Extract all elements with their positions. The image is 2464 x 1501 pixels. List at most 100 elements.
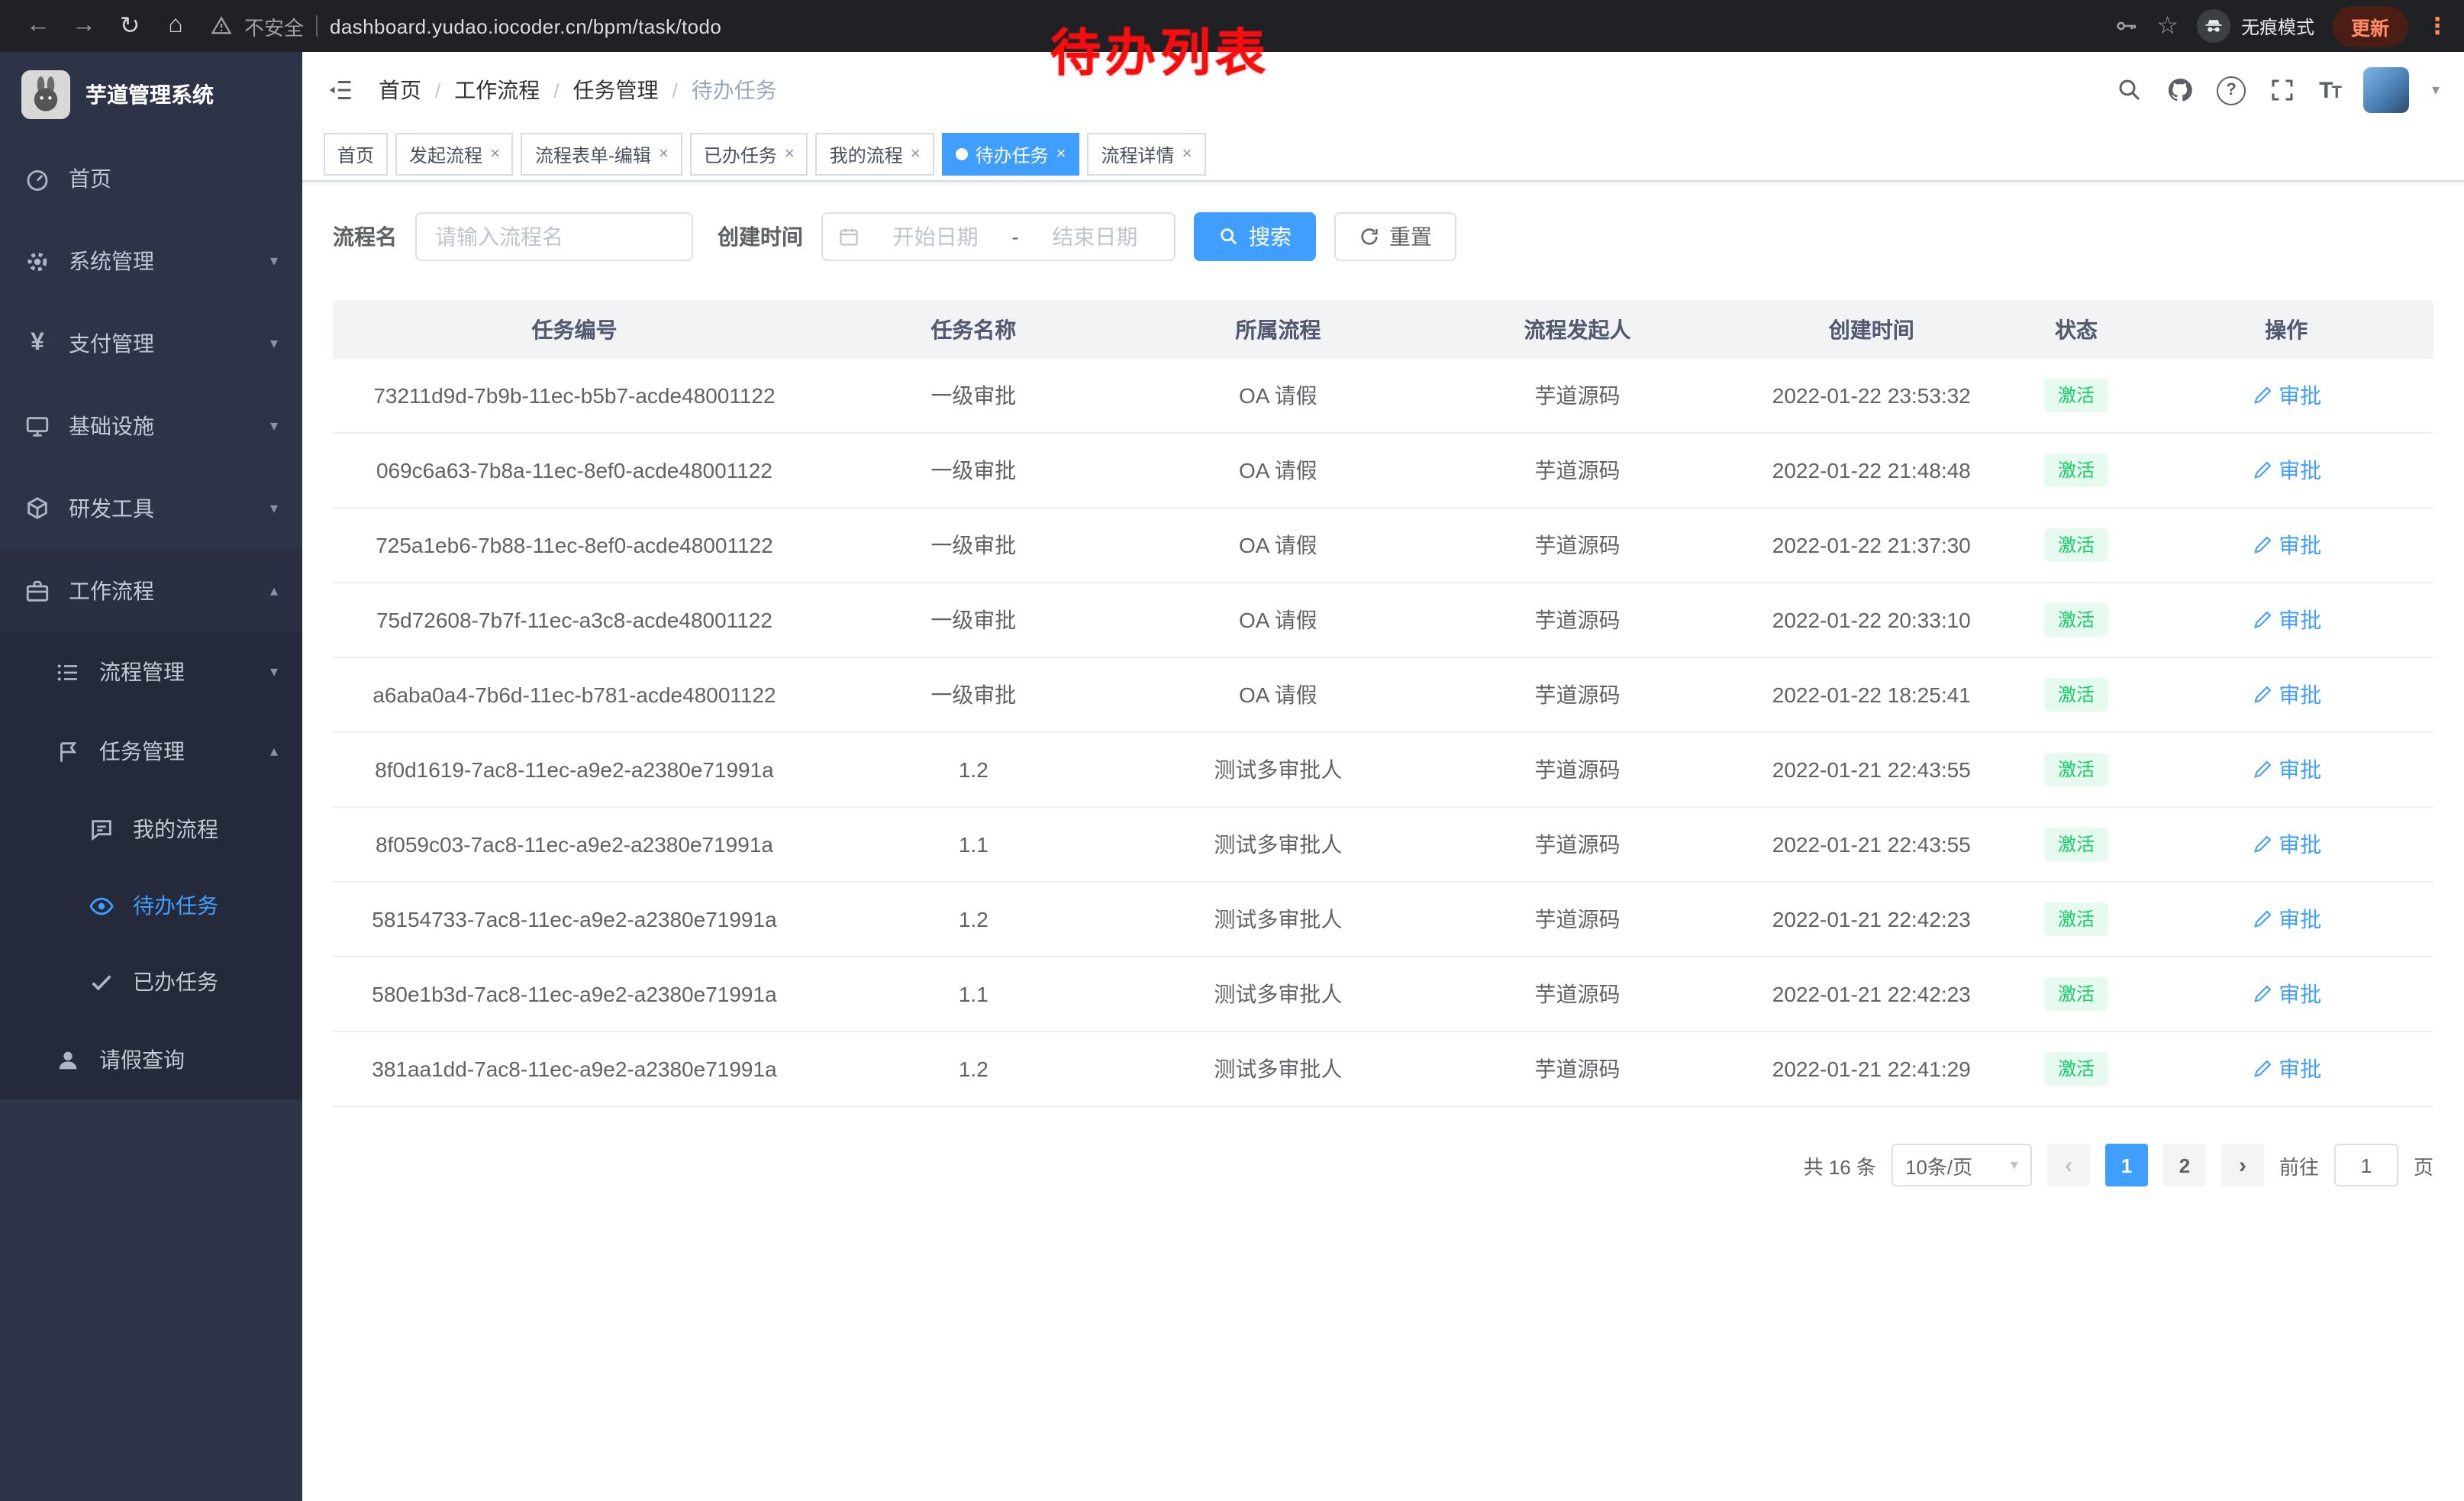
cell-created: 2022-01-22 21:48:48	[1730, 434, 2014, 507]
person-icon	[55, 1047, 81, 1073]
table-row: 8f059c03-7ac8-11ec-a9e2-a2380e71991a1.1测…	[333, 808, 2433, 883]
sidebar-fold-icon[interactable]	[327, 76, 354, 104]
sidebar-item-home[interactable]: 首页	[0, 137, 302, 220]
cell-process: 测试多审批人	[1131, 1032, 1425, 1106]
font-size-icon[interactable]: TT	[2319, 77, 2340, 103]
approve-link[interactable]: 审批	[2251, 679, 2321, 710]
process-name-input[interactable]	[415, 212, 693, 261]
approve-link[interactable]: 审批	[2251, 904, 2321, 934]
approve-link[interactable]: 审批	[2251, 829, 2321, 860]
cell-task-id: 73211d9d-7b9b-11ec-b5b7-acde48001122	[333, 359, 816, 432]
pagination-page-2[interactable]: 2	[2163, 1144, 2206, 1186]
cell-created: 2022-01-21 22:43:55	[1730, 808, 2014, 881]
reset-button[interactable]: 重置	[1334, 212, 1456, 261]
app-logo: 芋道管理系统	[0, 52, 302, 137]
tab-待办任务[interactable]: 待办任务×	[942, 133, 1080, 176]
sidebar-item-leave-query[interactable]: 请假查询	[0, 1020, 302, 1099]
tab-流程表单-编辑[interactable]: 流程表单-编辑×	[521, 133, 682, 176]
tab-close-icon[interactable]: ×	[1182, 145, 1192, 163]
cell-created: 2022-01-21 22:42:23	[1730, 957, 2014, 1031]
help-icon[interactable]: ?	[2217, 76, 2246, 105]
approve-link[interactable]: 审批	[2251, 530, 2321, 560]
forward-icon[interactable]: →	[61, 5, 107, 47]
tab-close-icon[interactable]: ×	[490, 145, 500, 163]
sidebar-item-workflow[interactable]: 工作流程 ▴	[0, 550, 302, 632]
cell-created: 2022-01-21 22:41:29	[1730, 1032, 2014, 1106]
cell-process: 测试多审批人	[1131, 957, 1425, 1031]
approve-link[interactable]: 审批	[2251, 754, 2321, 785]
search-button-label: 搜索	[1249, 221, 1292, 252]
back-icon[interactable]: ←	[15, 5, 61, 47]
approve-link-label: 审批	[2279, 829, 2321, 860]
status-badge: 激活	[2044, 828, 2108, 861]
tab-close-icon[interactable]: ×	[659, 145, 669, 163]
tab-label: 流程详情	[1101, 141, 1175, 167]
tab-流程详情[interactable]: 流程详情 ×	[1088, 133, 1206, 176]
approve-link[interactable]: 审批	[2251, 455, 2321, 486]
date-range-picker[interactable]: 开始日期 - 结束日期	[821, 212, 1176, 261]
search-icon[interactable]	[2116, 76, 2143, 104]
status-badge: 激活	[2044, 528, 2108, 562]
search-button[interactable]: 搜索	[1194, 212, 1316, 261]
update-button[interactable]: 更新	[2333, 5, 2408, 47]
chevron-up-icon: ▴	[270, 743, 278, 760]
pagination-page-1[interactable]: 1	[2105, 1144, 2148, 1186]
page-size-select[interactable]: 10条/页 ▾	[1892, 1144, 2032, 1186]
tab-label: 已办任务	[704, 141, 777, 167]
cell-task-name: 一级审批	[816, 434, 1131, 507]
sidebar-item-dev-tools[interactable]: 研发工具 ▾	[0, 467, 302, 550]
key-icon[interactable]	[2114, 14, 2138, 38]
tab-close-icon[interactable]: ×	[1056, 145, 1066, 163]
tab-发起流程[interactable]: 发起流程×	[395, 133, 514, 176]
sidebar-item-infra[interactable]: 基础设施 ▾	[0, 385, 302, 467]
sidebar-item-system[interactable]: 系统管理 ▾	[0, 220, 302, 302]
pagination-next-button[interactable]: ›	[2221, 1144, 2264, 1186]
cube-icon	[24, 495, 50, 521]
dashboard-icon	[24, 166, 50, 192]
avatar-caret-icon[interactable]: ▾	[2432, 82, 2440, 98]
sidebar: 芋道管理系统 首页 系统管理 ▾ ¥ 支付管理 ▾	[0, 52, 302, 1501]
approve-link[interactable]: 审批	[2251, 1054, 2321, 1084]
sidebar-item-todo-tasks[interactable]: 待办任务	[0, 867, 302, 944]
chevron-down-icon: ▾	[270, 335, 278, 352]
approve-link-label: 审批	[2279, 679, 2321, 710]
fullscreen-icon[interactable]	[2269, 76, 2296, 104]
approve-link[interactable]: 审批	[2251, 380, 2321, 411]
pagination-prev-button[interactable]: ‹	[2047, 1144, 2090, 1186]
navbar-actions: ? TT ▾	[2116, 67, 2440, 113]
breadcrumb-separator: /	[672, 79, 678, 102]
breadcrumb-home[interactable]: 首页	[379, 75, 421, 105]
pagination-goto-input[interactable]	[2334, 1144, 2398, 1186]
table-row: 381aa1dd-7ac8-11ec-a9e2-a2380e71991a1.2测…	[333, 1032, 2433, 1107]
bookmark-star-icon[interactable]: ☆	[2156, 5, 2179, 47]
cell-task-name: 1.1	[816, 808, 1131, 881]
sidebar-item-task-mgmt[interactable]: 任务管理 ▴	[0, 712, 302, 791]
process-name-label: 流程名	[333, 221, 397, 252]
page-content: 流程名 创建时间 开始日期 - 结束日期 搜索 重	[302, 182, 2464, 1501]
tab-已办任务[interactable]: 已办任务 ×	[690, 133, 808, 176]
tab-close-icon[interactable]: ×	[911, 145, 921, 163]
tab-我的流程[interactable]: 我的流程×	[816, 133, 934, 176]
breadcrumb-task-mgmt[interactable]: 任务管理	[573, 75, 659, 105]
sidebar-item-process-mgmt[interactable]: 流程管理 ▾	[0, 632, 302, 712]
sidebar-item-my-process[interactable]: 我的流程	[0, 791, 302, 867]
avatar[interactable]	[2363, 67, 2409, 113]
sidebar-item-done-tasks[interactable]: 已办任务	[0, 944, 302, 1020]
github-icon[interactable]	[2166, 76, 2194, 104]
approve-link-label: 审批	[2279, 754, 2321, 785]
chrome-menu-icon[interactable]: ⋮	[2426, 12, 2449, 40]
status-badge: 激活	[2044, 603, 2108, 637]
reload-icon[interactable]: ↻	[107, 5, 153, 47]
table-row: 580e1b3d-7ac8-11ec-a9e2-a2380e71991a1.1测…	[333, 957, 2433, 1032]
breadcrumb-workflow[interactable]: 工作流程	[454, 75, 540, 105]
cell-task-id: 381aa1dd-7ac8-11ec-a9e2-a2380e71991a	[333, 1032, 816, 1106]
home-icon[interactable]: ⌂	[153, 5, 198, 47]
sidebar-item-payment[interactable]: ¥ 支付管理 ▾	[0, 302, 302, 385]
edit-icon	[2251, 834, 2272, 855]
approve-link[interactable]: 审批	[2251, 605, 2321, 635]
top-navbar: 首页 / 工作流程 / 任务管理 / 待办任务 ? TT ▾	[302, 52, 2464, 128]
tab-首页[interactable]: 首页	[324, 133, 388, 176]
tab-close-icon[interactable]: ×	[785, 145, 795, 163]
approve-link[interactable]: 审批	[2251, 979, 2321, 1009]
sidebar-item-label: 已办任务	[133, 967, 218, 997]
